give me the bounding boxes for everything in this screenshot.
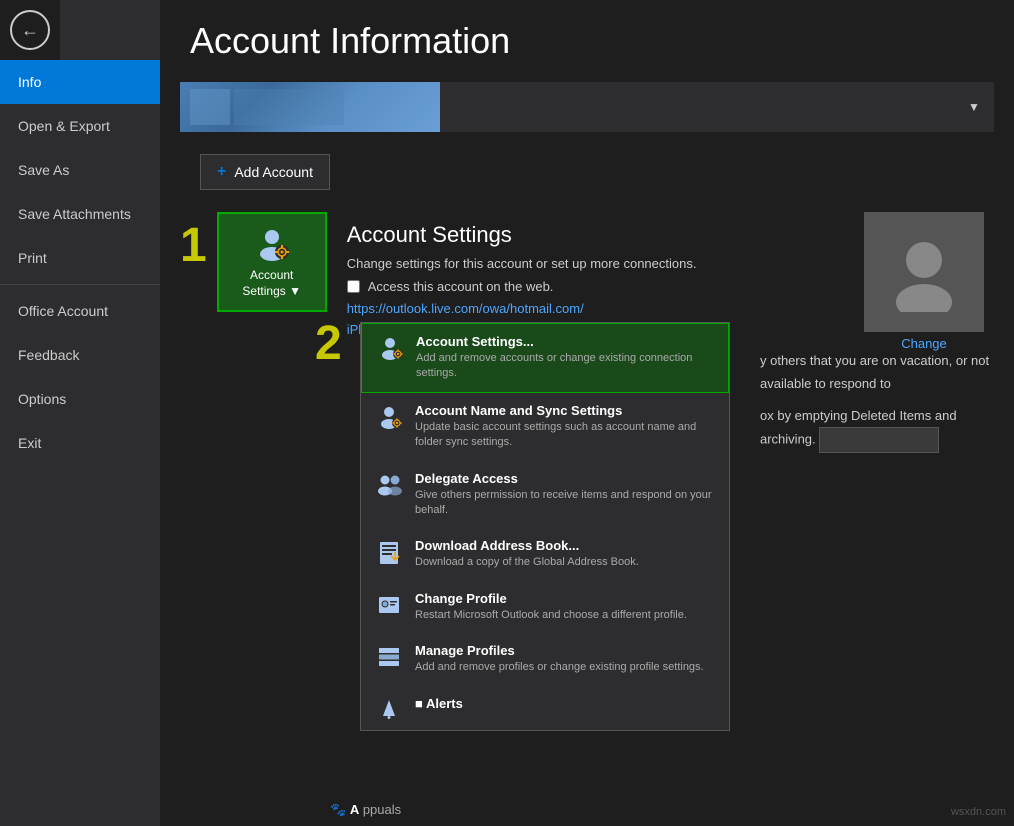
dropdown-item-account-settings[interactable]: Account Settings... Add and remove accou…: [361, 323, 729, 393]
dropdown-item-text-3: Delegate Access Give others permission t…: [415, 471, 715, 519]
dropdown-item-text-6: Manage Profiles Add and remove profiles …: [415, 643, 715, 675]
sidebar-item-label: Exit: [18, 435, 41, 451]
sidebar-item-save-attachments[interactable]: Save Attachments: [0, 192, 160, 236]
dropdown-item-title-1: Account Settings...: [416, 334, 714, 349]
sidebar-item-label: Options: [18, 391, 66, 407]
account-bar: ▼: [180, 82, 994, 132]
content-area: 1: [160, 212, 1014, 826]
dropdown-item-text-5: Change Profile Restart Microsoft Outlook…: [415, 591, 715, 623]
owa-link[interactable]: https://outlook.live.com/owa/hotmail.com…: [347, 301, 584, 316]
sidebar-item-options[interactable]: Options: [0, 377, 160, 421]
tile-label: Account Settings ▼: [227, 268, 317, 299]
dropdown-item-manage-profiles[interactable]: Manage Profiles Add and remove profiles …: [361, 633, 729, 685]
dropdown-item-change-profile[interactable]: Change Profile Restart Microsoft Outlook…: [361, 581, 729, 633]
sidebar: ← Info Open & Export Save As Save Attach…: [0, 0, 160, 826]
alerts-icon: [375, 696, 403, 724]
alerts-label: ■: [415, 696, 426, 711]
name-sync-icon: [375, 403, 403, 431]
dropdown-item-desc-5: Restart Microsoft Outlook and choose a d…: [415, 608, 715, 623]
step2-number: 2: [315, 320, 342, 368]
sidebar-item-info[interactable]: Info: [0, 60, 160, 104]
dropdown-item-text-7: ■ Alerts: [415, 696, 715, 713]
sidebar-item-label: Save Attachments: [18, 206, 131, 222]
access-web-checkbox[interactable]: [347, 280, 360, 293]
page-title: Account Information: [190, 20, 984, 62]
dropdown-item-alerts[interactable]: ■ Alerts: [361, 686, 729, 730]
account-settings-dropdown: Account Settings... Add and remove accou…: [360, 322, 730, 731]
change-photo-link[interactable]: Change: [901, 336, 947, 351]
account-color-bar: [180, 82, 440, 132]
sidebar-divider: [0, 284, 160, 285]
account-settings-block: 1: [180, 212, 994, 339]
bottom-row-1: y others that you are on vacation, or no…: [760, 349, 994, 396]
dropdown-item-desc-3: Give others permission to receive items …: [415, 488, 715, 519]
sidebar-item-label: Info: [18, 74, 41, 90]
sidebar-item-label: Feedback: [18, 347, 79, 363]
account-dropdown-button[interactable]: ▼: [954, 82, 994, 132]
manage-profiles-icon: [375, 643, 403, 671]
dropdown-item-title-7: ■ Alerts: [415, 696, 715, 711]
profile-photo-area: Change: [864, 212, 984, 351]
access-web-row: Access this account on the web.: [347, 279, 697, 294]
add-account-label: Add Account: [234, 164, 313, 180]
step2-wrapper: 2: [315, 320, 342, 368]
change-profile-icon: [375, 591, 403, 619]
dropdown-item-desc-2: Update basic account settings such as ac…: [415, 420, 715, 451]
appuals-logo: 🐾 A ppuals: [330, 802, 401, 818]
main-content: Account Information ▼ + Add Account 1: [160, 0, 1014, 826]
sidebar-item-label: Open & Export: [18, 118, 110, 134]
account-settings-icon: [376, 334, 404, 362]
profile-photo-box: [864, 212, 984, 332]
add-account-button[interactable]: + Add Account: [200, 154, 330, 190]
sidebar-item-print[interactable]: Print: [0, 236, 160, 280]
add-account-wrapper: + Add Account: [180, 142, 994, 202]
dropdown-item-text-4: Download Address Book... Download a copy…: [415, 538, 715, 570]
access-web-label: Access this account on the web.: [368, 279, 554, 294]
account-email-bar[interactable]: [440, 82, 954, 132]
delegate-icon: [375, 471, 403, 499]
address-book-icon: [375, 538, 403, 566]
dropdown-item-title-3: Delegate Access: [415, 471, 715, 486]
dropdown-item-address-book[interactable]: Download Address Book... Download a copy…: [361, 528, 729, 580]
empty-input-box: [819, 427, 939, 453]
sidebar-item-exit[interactable]: Exit: [0, 421, 160, 465]
sidebar-item-feedback[interactable]: Feedback: [0, 333, 160, 377]
back-button[interactable]: ←: [0, 0, 60, 60]
dropdown-item-delegate[interactable]: Delegate Access Give others permission t…: [361, 461, 729, 529]
dropdown-item-title-5: Change Profile: [415, 591, 715, 606]
sidebar-item-save-as[interactable]: Save As: [0, 148, 160, 192]
dropdown-item-title-2: Account Name and Sync Settings: [415, 403, 715, 418]
dropdown-item-title-4: Download Address Book...: [415, 538, 715, 553]
account-settings-description: Change settings for this account or set …: [347, 256, 697, 271]
bottom-row-2: ox by emptying Deleted Items and archivi…: [760, 404, 994, 453]
dropdown-item-text-1: Account Settings... Add and remove accou…: [416, 334, 714, 382]
account-settings-tile-icon: [252, 224, 292, 264]
sidebar-item-open-export[interactable]: Open & Export: [0, 104, 160, 148]
account-settings-tile[interactable]: Account Settings ▼: [217, 212, 327, 312]
back-icon: ←: [10, 10, 50, 50]
sidebar-item-label: Office Account: [18, 303, 108, 319]
account-settings-heading: Account Settings: [347, 222, 697, 248]
dropdown-item-desc-6: Add and remove profiles or change existi…: [415, 660, 715, 675]
dropdown-item-name-sync[interactable]: Account Name and Sync Settings Update ba…: [361, 393, 729, 461]
watermark: wsxdn.com: [951, 806, 1006, 818]
sidebar-item-label: Print: [18, 250, 47, 266]
plus-icon: +: [217, 163, 226, 181]
step1-number: 1: [180, 222, 207, 270]
sidebar-item-label: Save As: [18, 162, 69, 178]
dropdown-item-desc-4: Download a copy of the Global Address Bo…: [415, 555, 715, 570]
dropdown-item-text-2: Account Name and Sync Settings Update ba…: [415, 403, 715, 451]
dropdown-item-title-6: Manage Profiles: [415, 643, 715, 658]
chevron-down-icon: ▼: [968, 100, 980, 114]
main-header: Account Information: [160, 0, 1014, 72]
dropdown-item-desc-1: Add and remove accounts or change existi…: [416, 351, 714, 382]
sidebar-item-office-account[interactable]: Office Account: [0, 289, 160, 333]
